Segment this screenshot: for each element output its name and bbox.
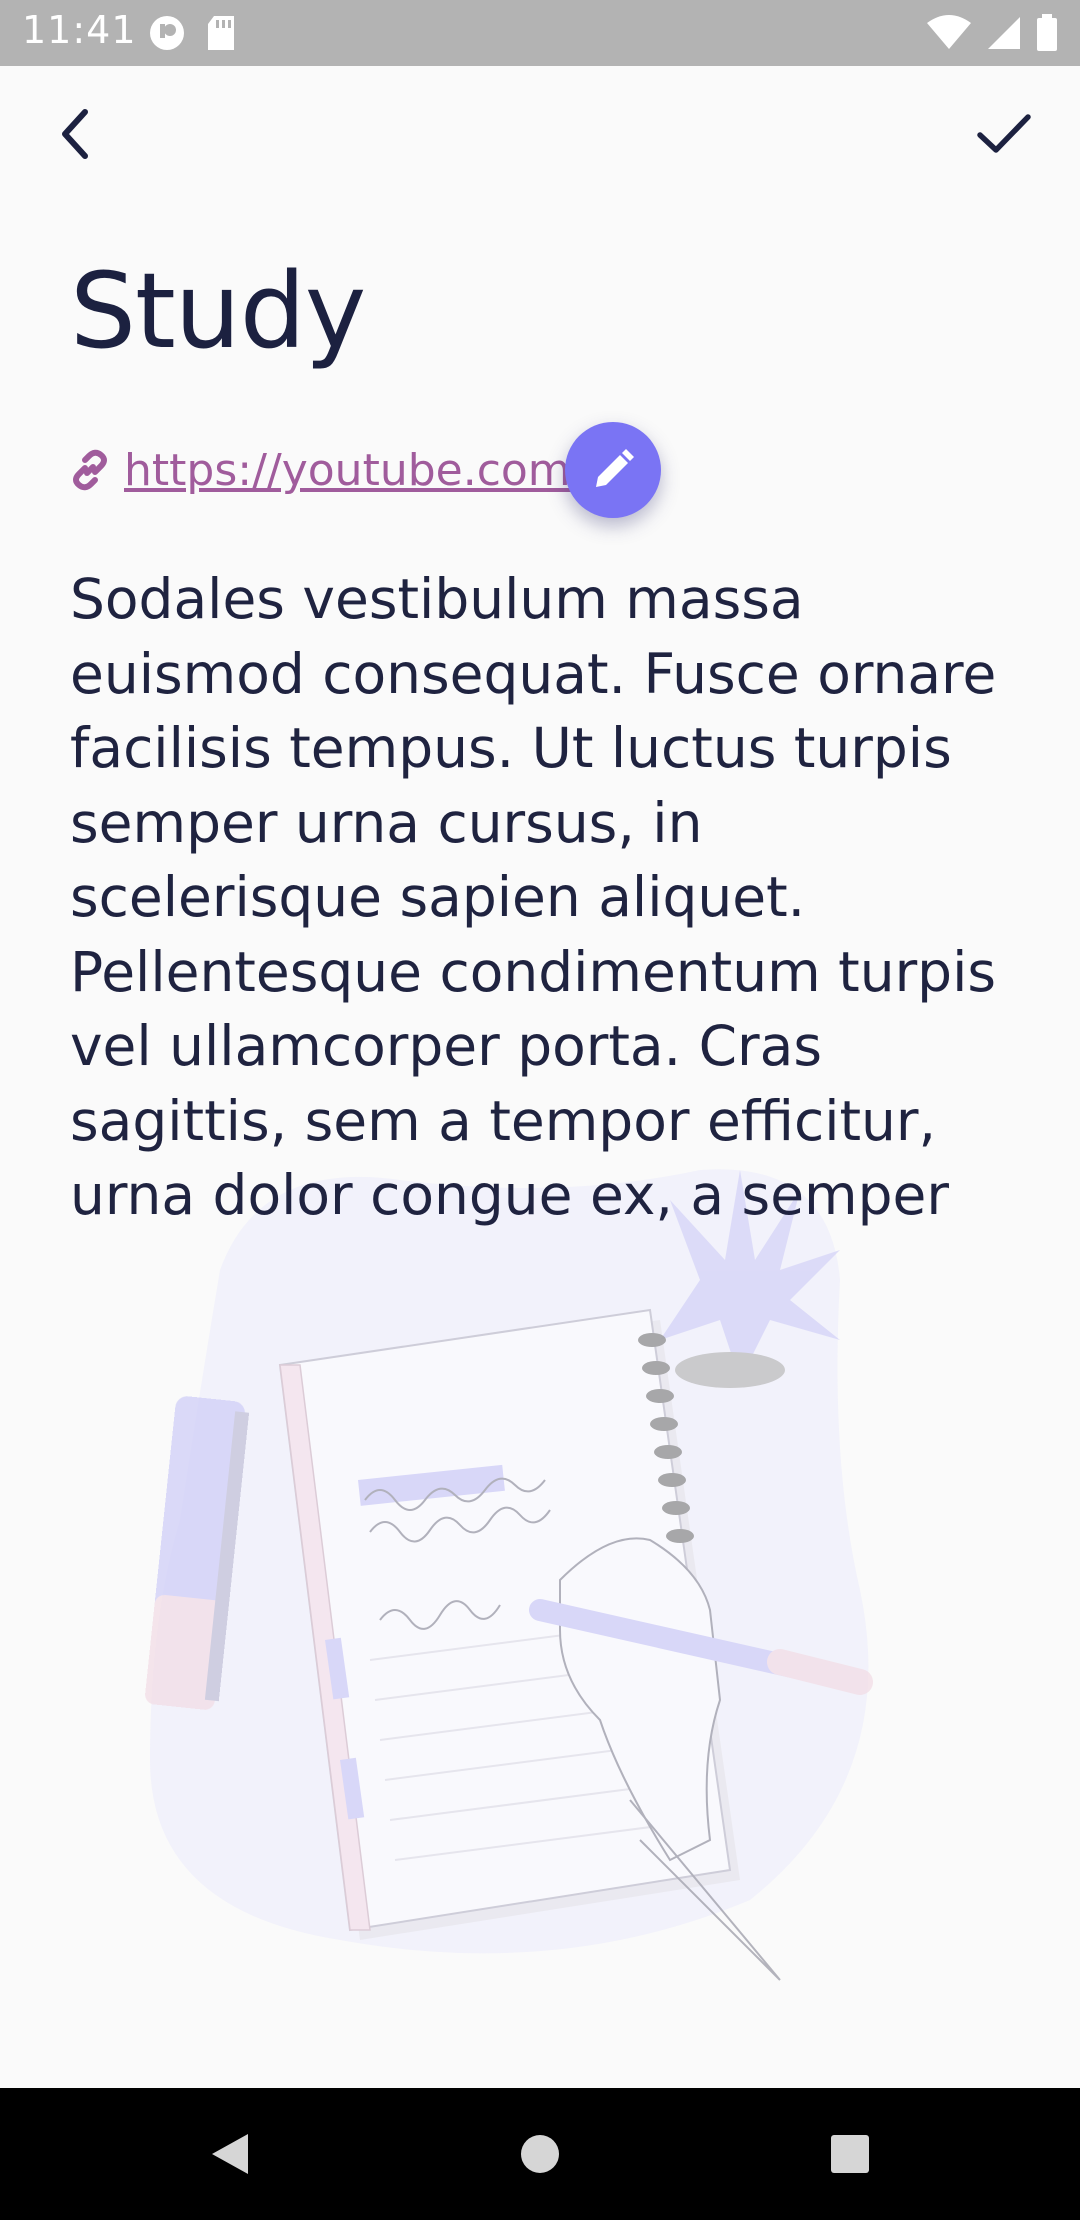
note-body[interactable]: Sodales vestibulum massa euismod consequ… — [70, 562, 1020, 1233]
home-circle-icon — [521, 2135, 559, 2173]
sd-card-icon — [206, 14, 236, 57]
link-icon — [73, 449, 107, 491]
edit-link-button[interactable] — [565, 422, 661, 518]
link-row: https://youtube.com — [68, 420, 571, 520]
status-bar: 11:41 — [0, 0, 1080, 66]
save-button[interactable] — [956, 86, 1052, 182]
chevron-left-icon — [62, 109, 88, 159]
recents-square-icon — [831, 2135, 869, 2173]
nav-recents-button[interactable] — [820, 2124, 880, 2184]
back-triangle-icon — [212, 2134, 248, 2174]
wifi-icon — [926, 15, 972, 56]
note-link[interactable]: https://youtube.com — [124, 445, 571, 496]
nav-back-button[interactable] — [200, 2124, 260, 2184]
nav-home-button[interactable] — [510, 2124, 570, 2184]
checkmark-icon — [977, 114, 1031, 153]
study-illustration — [145, 1169, 873, 1981]
navigation-bar — [0, 2088, 1080, 2220]
sync-icon — [148, 14, 186, 57]
back-button[interactable] — [28, 86, 124, 182]
battery-icon — [1036, 14, 1058, 57]
status-time: 11:41 — [22, 8, 137, 52]
note-title[interactable]: Study — [70, 250, 366, 372]
app-bar — [0, 66, 1080, 206]
signal-icon — [986, 15, 1022, 56]
pencil-icon — [596, 449, 634, 487]
